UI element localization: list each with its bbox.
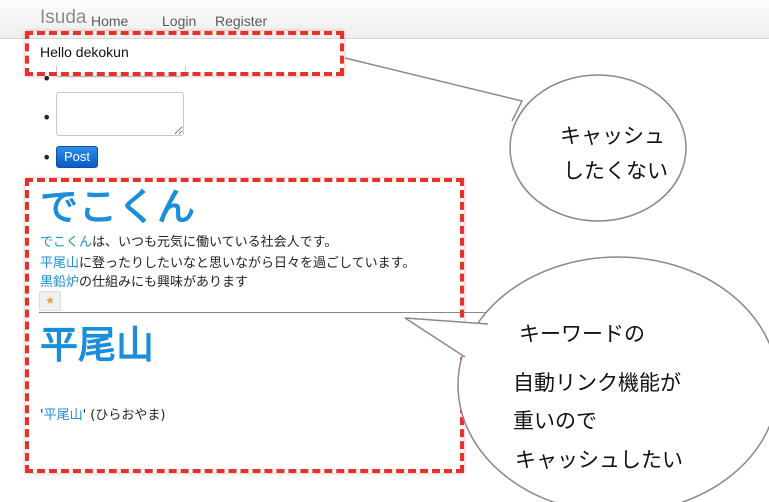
callout-2-text-line-4: キャッシュしたい	[515, 448, 683, 472]
callout-2-text-line-1: キーワードの	[519, 322, 645, 346]
callout-graphics	[344, 57, 769, 502]
callout-2-text-line-3: 重いので	[513, 409, 597, 433]
callout-1-text-line-1: キャッシュ	[560, 124, 665, 148]
callout-1-text-line-2: したくない	[563, 159, 668, 183]
callout-pointer-1	[344, 57, 524, 122]
callout-2-text-line-2: 自動リンク機能が	[513, 371, 681, 395]
